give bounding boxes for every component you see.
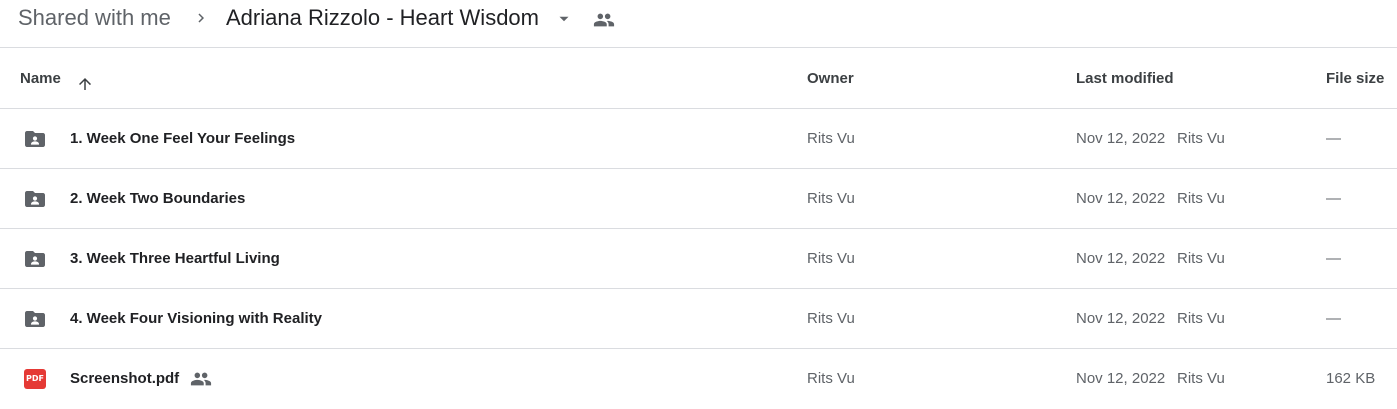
- shared-folder-icon: [25, 311, 45, 327]
- file-row[interactable]: Screenshot.pdf Rits Vu Nov 12, 2022 Rits…: [0, 349, 1397, 409]
- file-size: —: [1326, 190, 1341, 207]
- column-header-file-size[interactable]: File size: [1326, 49, 1384, 108]
- file-size: 162 KB: [1326, 370, 1376, 387]
- shared-folder-icon: [25, 131, 45, 147]
- file-name[interactable]: 2. Week Two Boundaries: [70, 169, 245, 228]
- file-modified-date: Nov 12, 2022: [1076, 250, 1166, 267]
- file-modified-date: Nov 12, 2022: [1076, 310, 1166, 327]
- breadcrumb: Shared with me Adriana Rizzolo - Heart W…: [0, 0, 1397, 48]
- file-row[interactable]: 2. Week Two Boundaries Rits Vu Nov 12, 2…: [0, 169, 1397, 229]
- file-row[interactable]: 3. Week Three Heartful Living Rits Vu No…: [0, 229, 1397, 289]
- file-modified-date: Nov 12, 2022: [1076, 130, 1166, 147]
- file-modified-date: Nov 12, 2022: [1076, 190, 1166, 207]
- file-size: —: [1326, 130, 1341, 147]
- file-row[interactable]: 4. Week Four Visioning with Reality Rits…: [0, 289, 1397, 349]
- people-icon: [593, 13, 615, 27]
- column-header-name[interactable]: Name: [20, 49, 61, 108]
- caret-down-icon[interactable]: [555, 12, 573, 26]
- file-modified-date: Nov 12, 2022: [1076, 370, 1166, 387]
- shared-folder-icon: [25, 251, 45, 267]
- file-owner: Rits Vu: [807, 310, 855, 327]
- file-name[interactable]: 4. Week Four Visioning with Reality: [70, 289, 322, 348]
- file-modified-by: Rits Vu: [1177, 190, 1225, 207]
- file-modified-by: Rits Vu: [1177, 370, 1225, 387]
- file-owner: Rits Vu: [807, 130, 855, 147]
- file-name[interactable]: 3. Week Three Heartful Living: [70, 229, 280, 288]
- column-header-last-modified[interactable]: Last modified: [1076, 49, 1174, 108]
- pdf-icon: PDF: [24, 369, 46, 389]
- file-modified-by: Rits Vu: [1177, 250, 1225, 267]
- file-modified-by: Rits Vu: [1177, 310, 1225, 327]
- arrow-up-sort-icon[interactable]: [76, 75, 94, 93]
- shared-folder-icon: [25, 191, 45, 207]
- file-size: —: [1326, 310, 1341, 327]
- file-name[interactable]: Screenshot.pdf: [70, 349, 179, 408]
- file-name[interactable]: 1. Week One Feel Your Feelings: [70, 109, 295, 168]
- file-owner: Rits Vu: [807, 370, 855, 387]
- file-modified-by: Rits Vu: [1177, 130, 1225, 147]
- file-row[interactable]: 1. Week One Feel Your Feelings Rits Vu N…: [0, 109, 1397, 169]
- breadcrumb-shared-with-me[interactable]: Shared with me: [18, 4, 171, 32]
- column-header-row: Name Owner Last modified File size: [0, 49, 1397, 109]
- file-owner: Rits Vu: [807, 190, 855, 207]
- file-size: —: [1326, 250, 1341, 267]
- chevron-right-icon: [198, 13, 204, 23]
- file-owner: Rits Vu: [807, 250, 855, 267]
- column-header-owner[interactable]: Owner: [807, 49, 854, 108]
- breadcrumb-current-folder[interactable]: Adriana Rizzolo - Heart Wisdom: [226, 4, 539, 32]
- people-icon: [190, 372, 212, 386]
